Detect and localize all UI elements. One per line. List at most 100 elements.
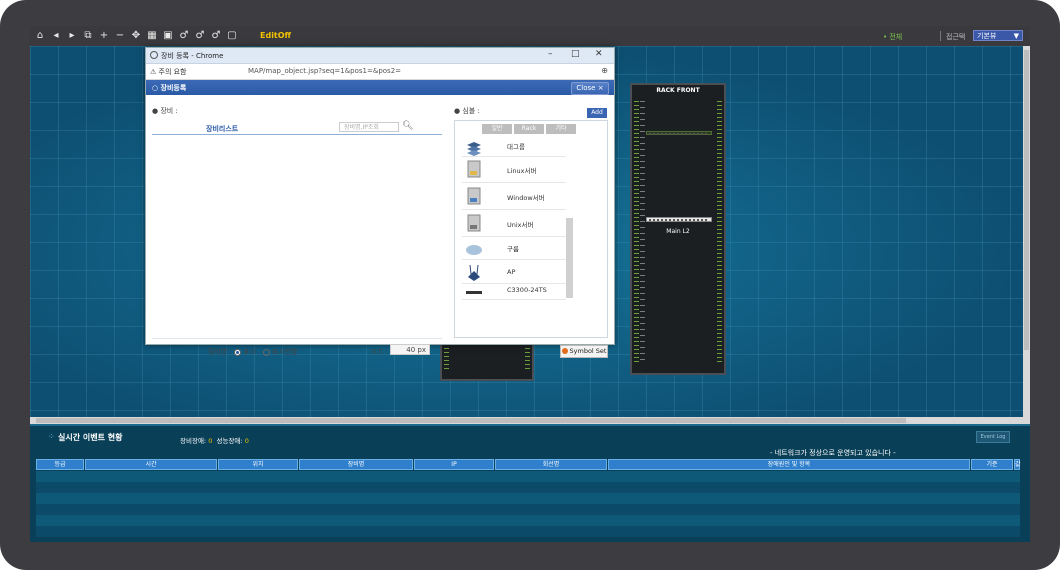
size-label: 크기 :	[370, 348, 388, 356]
symbol-scrollbar[interactable]	[566, 218, 573, 298]
access-point-icon	[468, 264, 480, 281]
grid-icon[interactable]: ▦	[146, 30, 158, 42]
symbol-item[interactable]: C3300-24TS	[462, 283, 566, 300]
device-ports	[649, 219, 709, 221]
map-vertical-scrollbar[interactable]	[1023, 46, 1030, 417]
equipment-list-title: 장비리스트	[206, 125, 239, 133]
equipment-search-input[interactable]: 장비명,IP조회	[339, 122, 399, 132]
move-icon[interactable]: ✥	[130, 30, 142, 42]
symbol-item[interactable]: 대그룹	[462, 136, 566, 157]
symbol-item[interactable]: Unix서버	[462, 210, 566, 237]
close-icon[interactable]: ✕	[595, 49, 603, 59]
chevron-down-icon: ▼	[1013, 32, 1019, 40]
close-button-label: Close	[576, 84, 596, 92]
event-table-body	[36, 471, 1020, 537]
symbol-name: Unix서버	[507, 221, 534, 229]
zoom-in-icon[interactable]: +	[98, 30, 110, 42]
col-line-name[interactable]: 회선명	[495, 459, 607, 470]
tab-rack[interactable]: Rack	[514, 124, 544, 134]
symbol-label: ● 심볼 :	[454, 107, 480, 115]
prev-icon[interactable]: ◂	[50, 30, 62, 42]
symbol-name: 대그룹	[507, 143, 525, 151]
address-bar[interactable]: ⚠ 주의 요함 MAP/map_object.jsp?seq=1&pos1=&p…	[146, 64, 614, 80]
unix-server-icon	[467, 214, 481, 232]
dialog-title-text: 장비등록	[160, 84, 187, 92]
col-device-name[interactable]: 장비명	[299, 459, 413, 470]
event-icon: ⁘	[48, 432, 55, 441]
all-filter[interactable]: • 전체	[883, 32, 902, 42]
fault-count: 0	[208, 437, 213, 445]
symbol-item[interactable]: Linux서버	[462, 156, 566, 183]
col-location[interactable]: 위치	[218, 459, 298, 470]
close-button[interactable]: Close ×	[571, 82, 609, 95]
col-value[interactable]: 값	[1014, 459, 1021, 470]
dialog-header: ○ 장비등록 Close ×	[146, 80, 614, 95]
radio-hide[interactable]	[262, 348, 270, 356]
search-icon[interactable]: 🔍︎	[402, 121, 413, 131]
home-icon[interactable]: ⌂	[34, 30, 46, 42]
maximize-icon[interactable]: □	[571, 49, 580, 59]
symbol-item[interactable]: Window서버	[462, 183, 566, 210]
cloud-icon	[466, 245, 482, 255]
copy-icon[interactable]: ⧉	[82, 30, 94, 42]
map-horizontal-scrollbar[interactable]	[30, 417, 1030, 424]
symbol-set-button[interactable]: Symbol Set	[560, 345, 608, 358]
symbol-set-icon	[561, 348, 568, 354]
equipment-label-text: 장비 :	[160, 107, 178, 115]
url-text[interactable]: MAP/map_object.jsp?seq=1&pos1=&pos2=	[248, 67, 401, 75]
symbol-list: 대그룹 Linux서버 Window서버 Unix서버 구름 AP C3300-…	[462, 136, 566, 326]
event-counts: 장비장애: 0 성능장애: 0	[180, 435, 249, 445]
tab-other[interactable]: 기타	[546, 124, 576, 134]
rack-device-main-l2[interactable]	[646, 217, 712, 222]
windows-server-icon	[467, 187, 481, 205]
chrome-icon	[150, 51, 158, 59]
conn-label: 접근택	[946, 33, 966, 41]
minimize-icon[interactable]: –	[548, 49, 553, 59]
symbol-tabs: 일반 Rack 기타	[482, 124, 602, 134]
radio-show[interactable]	[234, 348, 242, 356]
col-threshold[interactable]: 기준	[971, 459, 1013, 470]
next-icon[interactable]: ▸	[66, 30, 78, 42]
tab-general[interactable]: 일반	[482, 124, 512, 134]
zoom-out-icon[interactable]: −	[114, 30, 126, 42]
warning-text: 주의 요함	[158, 68, 187, 76]
symbol-item[interactable]: 구름	[462, 237, 566, 260]
image-icon[interactable]: ▣	[162, 30, 174, 42]
equipment-list-header: 장비리스트 장비명,IP조회 🔍︎	[152, 121, 442, 135]
scroll-thumb[interactable]	[36, 418, 906, 423]
size-input[interactable]: 40 px	[390, 344, 430, 355]
frame-icon[interactable]: ▢	[226, 30, 238, 42]
radio-show-label: 표시	[243, 348, 257, 356]
list-divider	[152, 338, 442, 339]
tool1-icon[interactable]: ♂	[178, 30, 190, 42]
window-titlebar: 장비 등록 - Chrome – □ ✕	[146, 48, 614, 64]
tool2-icon[interactable]: ♂	[194, 30, 206, 42]
rack-front[interactable]: RACK FRONT Main L2	[630, 83, 726, 375]
name-display-options: 장비명 : 표시 표시안함	[208, 347, 297, 357]
rack-device-top[interactable]	[646, 131, 712, 135]
col-cause[interactable]: 장애원인 및 항목	[608, 459, 970, 470]
col-grade[interactable]: 등급	[36, 459, 84, 470]
symbol-set-label: Symbol Set	[569, 347, 607, 355]
equipment-label: ● 장비 :	[152, 107, 178, 115]
symbol-item[interactable]: AP	[462, 259, 566, 284]
event-log-button[interactable]: Event Log	[976, 431, 1010, 443]
fault-label: 장비장애:	[180, 437, 207, 445]
name-label: 장비명 :	[208, 348, 232, 356]
network-status: - 네트워크가 정상으로 운영되고 있습니다 -	[770, 449, 896, 457]
col-time[interactable]: 시간	[85, 459, 217, 470]
view-select[interactable]: 기본뷰 ▼	[973, 30, 1023, 41]
event-panel-title: 실시간 이벤트 현황	[58, 433, 123, 442]
add-button[interactable]: Add	[587, 108, 607, 118]
edit-off-toggle[interactable]: EditOff	[260, 31, 291, 40]
perf-label: 성능장애:	[216, 437, 243, 445]
zoom-icon[interactable]: ⊕	[601, 66, 608, 75]
symbol-name: Window서버	[507, 194, 545, 202]
radio-hide-label: 표시안함	[271, 348, 298, 356]
col-ip[interactable]: IP	[414, 459, 494, 470]
tool3-icon[interactable]: ♂	[210, 30, 222, 42]
scroll-thumb[interactable]	[1024, 50, 1029, 350]
perf-count: 0	[244, 437, 249, 445]
security-warning[interactable]: ⚠ 주의 요함	[150, 67, 187, 77]
symbol-label-text: 심볼 :	[462, 107, 480, 115]
